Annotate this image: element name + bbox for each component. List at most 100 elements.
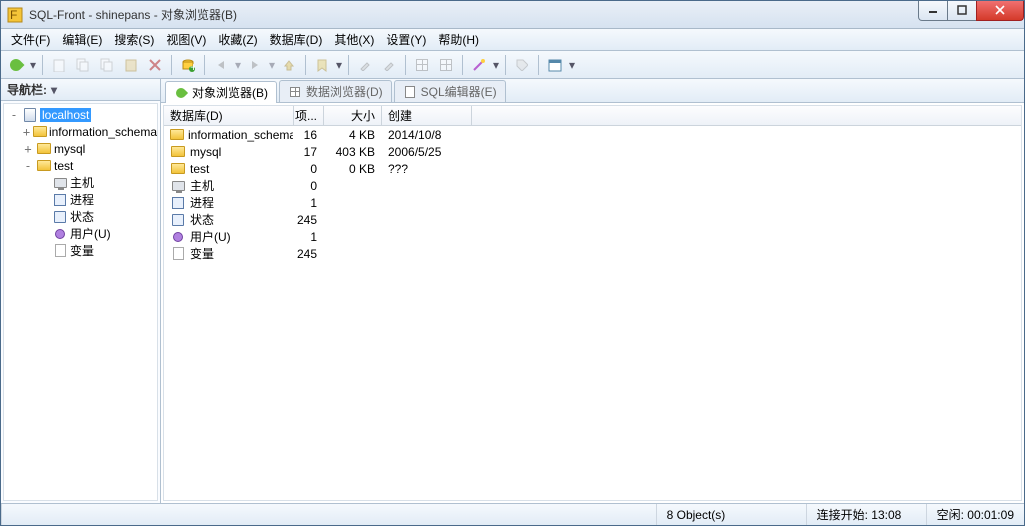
- titlebar[interactable]: F SQL-Front - shinepans - 对象浏览器(B): [1, 1, 1024, 29]
- menu-favorites[interactable]: 收藏(Z): [212, 28, 263, 51]
- list-header: 数据库(D) 项... 大小 创建: [164, 106, 1021, 126]
- paste-button[interactable]: [120, 54, 142, 76]
- list-row[interactable]: mysql17403 KB2006/5/25: [164, 143, 1021, 160]
- up-button[interactable]: [278, 54, 300, 76]
- forward-dropdown[interactable]: ▾: [268, 58, 276, 72]
- tab-object-label: 对象浏览器(B): [192, 84, 268, 101]
- tree-item-label: 进程: [70, 191, 94, 208]
- tree-item-label: 变量: [70, 242, 94, 259]
- list-row[interactable]: 变量 245: [164, 245, 1021, 262]
- tree-item[interactable]: 用户(U): [4, 225, 157, 242]
- chevron-down-icon[interactable]: ▾: [51, 83, 57, 97]
- cell-name: 变量: [164, 243, 294, 264]
- toolbar: ▾ + ▾ ▾ ▾ ▾ ▾: [1, 51, 1024, 79]
- col-name[interactable]: 数据库(D): [164, 106, 294, 125]
- tree-item[interactable]: 进程: [4, 191, 157, 208]
- list-row[interactable]: information_schema164 KB2014/10/8: [164, 126, 1021, 143]
- db-icon: [36, 159, 52, 173]
- object-list[interactable]: 数据库(D) 项... 大小 创建 information_schema164 …: [163, 105, 1022, 501]
- col-size[interactable]: 大小: [324, 106, 382, 125]
- expand-icon[interactable]: +: [22, 125, 31, 139]
- copy2-button[interactable]: [96, 54, 118, 76]
- leaf-icon: [174, 86, 188, 100]
- host-icon: [52, 176, 68, 190]
- menu-other[interactable]: 其他(X): [328, 28, 380, 51]
- refresh-dropdown[interactable]: ▾: [29, 58, 37, 72]
- menu-help[interactable]: 帮助(H): [432, 28, 485, 51]
- grid2-button[interactable]: [435, 54, 457, 76]
- cell-count: 17: [294, 143, 324, 161]
- tree[interactable]: - localhost +information_schema+mysql-te…: [3, 103, 158, 501]
- cell-count: 245: [294, 211, 324, 229]
- svg-text:+: +: [190, 60, 195, 72]
- stat-icon: [52, 210, 68, 224]
- cell-created: [382, 218, 472, 222]
- status-bar: 8 Object(s) 连接开始: 13:08 空闲: 00:01:09: [1, 503, 1024, 525]
- back-button[interactable]: [210, 54, 232, 76]
- db-icon: [170, 128, 184, 142]
- favorites-dropdown[interactable]: ▾: [335, 58, 343, 72]
- cell-name-text: mysql: [190, 145, 221, 159]
- menu-search[interactable]: 搜索(S): [108, 28, 160, 51]
- wizard-button[interactable]: [468, 54, 490, 76]
- tool1-button[interactable]: [354, 54, 376, 76]
- cell-size: 0 KB: [324, 160, 382, 178]
- tree-item[interactable]: + mysql: [4, 140, 157, 157]
- collapse-icon[interactable]: -: [22, 159, 34, 173]
- tab-object-browser[interactable]: 对象浏览器(B): [165, 81, 277, 103]
- db-icon: [170, 162, 186, 176]
- collapse-icon[interactable]: -: [8, 108, 20, 122]
- calendar-button[interactable]: [544, 54, 566, 76]
- tree-root-label: localhost: [40, 108, 91, 122]
- cell-count: 0: [294, 177, 324, 195]
- app-icon: F: [7, 7, 23, 23]
- cell-name-text: 变量: [190, 245, 214, 262]
- status-connection: 连接开始: 13:08: [806, 504, 926, 525]
- refresh-button[interactable]: [5, 54, 27, 76]
- tool2-button[interactable]: [378, 54, 400, 76]
- stat-icon: [170, 213, 186, 227]
- tree-item-label: 用户(U): [70, 225, 111, 242]
- tree-item[interactable]: 状态: [4, 208, 157, 225]
- cell-count: 245: [294, 245, 324, 263]
- maximize-button[interactable]: [947, 1, 977, 21]
- calendar-dropdown[interactable]: ▾: [568, 58, 576, 72]
- wizard-dropdown[interactable]: ▾: [492, 58, 500, 72]
- tree-item[interactable]: -test: [4, 157, 157, 174]
- user-icon: [52, 227, 68, 241]
- tree-item[interactable]: 主机: [4, 174, 157, 191]
- menu-file[interactable]: 文件(F): [5, 28, 56, 51]
- tree-item-label: mysql: [54, 142, 85, 156]
- tree-root[interactable]: - localhost: [4, 106, 157, 123]
- window-buttons: [919, 1, 1024, 21]
- col-created[interactable]: 创建: [382, 106, 472, 125]
- favorites-button[interactable]: [311, 54, 333, 76]
- delete-button[interactable]: [144, 54, 166, 76]
- new-button[interactable]: [48, 54, 70, 76]
- cell-created: [382, 201, 472, 205]
- main-split: 导航栏: ▾ - localhost +information_schema+m…: [1, 79, 1024, 503]
- navigator-header[interactable]: 导航栏: ▾: [1, 79, 160, 101]
- svg-text:F: F: [10, 8, 17, 22]
- cell-size: [324, 218, 382, 222]
- forward-button[interactable]: [244, 54, 266, 76]
- tree-item[interactable]: 变量: [4, 242, 157, 259]
- tag-button[interactable]: [511, 54, 533, 76]
- menu-edit[interactable]: 编辑(E): [56, 28, 108, 51]
- menu-database[interactable]: 数据库(D): [264, 28, 329, 51]
- tree-item[interactable]: +information_schema: [4, 123, 157, 140]
- copy-button[interactable]: [72, 54, 94, 76]
- minimize-button[interactable]: [918, 1, 948, 21]
- back-dropdown[interactable]: ▾: [234, 58, 242, 72]
- tab-data-browser[interactable]: 数据浏览器(D): [279, 80, 392, 102]
- cell-created: 2006/5/25: [382, 143, 472, 161]
- grid1-button[interactable]: [411, 54, 433, 76]
- col-count[interactable]: 项...: [294, 106, 324, 125]
- close-button[interactable]: [976, 1, 1024, 21]
- menu-settings[interactable]: 设置(Y): [380, 28, 432, 51]
- tab-bar: 对象浏览器(B) 数据浏览器(D) SQL编辑器(E): [161, 79, 1024, 103]
- tab-sql-editor[interactable]: SQL编辑器(E): [394, 80, 506, 102]
- expand-icon[interactable]: +: [22, 142, 34, 156]
- add-database-button[interactable]: +: [177, 54, 199, 76]
- menu-view[interactable]: 视图(V): [160, 28, 212, 51]
